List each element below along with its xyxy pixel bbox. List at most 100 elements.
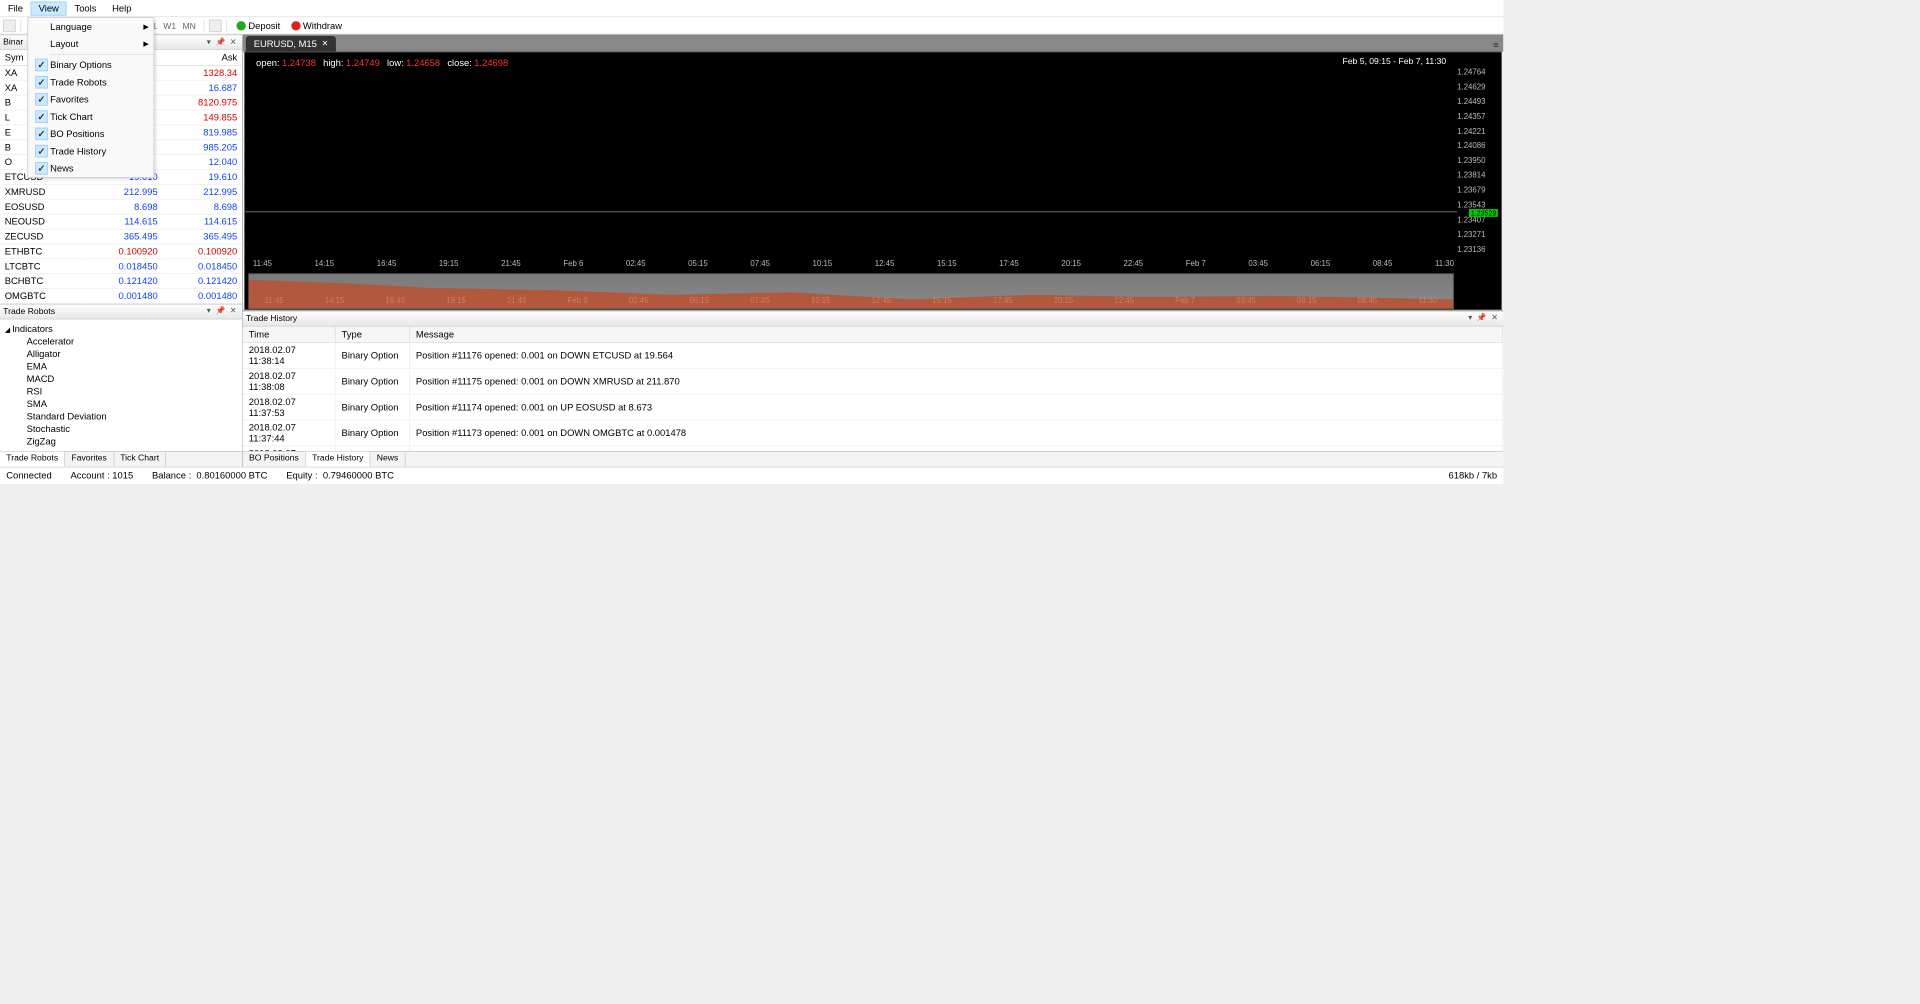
menu-item-label: BO Positions	[50, 128, 104, 139]
chart-tab-eurusd[interactable]: EURUSD, M15 ✕	[246, 36, 336, 52]
history-row[interactable]: 2018.02.07 11:37:53Binary OptionPosition…	[243, 394, 1503, 420]
indicator-zigzag[interactable]: ZigZag	[5, 435, 238, 448]
withdraw-button[interactable]: Withdraw	[286, 19, 346, 32]
menu-item-news[interactable]: News	[28, 160, 153, 177]
menu-item-binary-options[interactable]: Binary Options	[28, 56, 153, 73]
check-icon	[33, 110, 50, 123]
menu-item-label: Favorites	[50, 94, 89, 105]
y-tick: 1.23950	[1457, 157, 1498, 166]
price-chart[interactable]: open: 1.24738 high: 1.24749 low: 1.24658…	[244, 52, 1501, 310]
indicator-macd[interactable]: MACD	[5, 372, 238, 385]
menu-item-label: News	[50, 163, 74, 174]
withdraw-icon	[291, 21, 300, 30]
menu-tools[interactable]: Tools	[67, 1, 105, 15]
close-icon[interactable]: ✕	[228, 38, 239, 47]
tab-trade-history[interactable]: Trade History	[306, 451, 371, 466]
symbol-row[interactable]: ZECUSD365.495365.495	[0, 229, 242, 244]
menu-item-label: Binary Options	[50, 60, 112, 71]
indicator-stochastic[interactable]: Stochastic	[5, 422, 238, 435]
trade-robots-header: Trade Robots ▾ 📌 ✕	[0, 303, 242, 319]
symbol-row[interactable]: OMGBTC0.0014800.001480	[0, 288, 242, 303]
chart-date-range: Feb 5, 09:15 - Feb 7, 11:30	[1342, 57, 1446, 66]
symbol-row[interactable]: LTCBTC0.0184500.018450	[0, 258, 242, 273]
trade-history-header: Trade History ▾ 📌 ✕	[243, 310, 1504, 326]
deposit-button[interactable]: Deposit	[232, 19, 285, 32]
check-icon	[33, 128, 50, 141]
dropdown-icon[interactable]: ▾	[1466, 314, 1475, 323]
y-tick: 1.24086	[1457, 142, 1498, 151]
menu-item-language[interactable]: Language▶	[28, 18, 153, 35]
new-order-icon[interactable]	[3, 19, 16, 32]
x-tick: 05:15	[688, 260, 708, 269]
indicator-ema[interactable]: EMA	[5, 360, 238, 373]
tree-root-indicators[interactable]: Indicators	[5, 322, 238, 335]
symbol-row[interactable]: ETHBTC0.1009200.100920	[0, 244, 242, 259]
indicator-standard-deviation[interactable]: Standard Deviation	[5, 410, 238, 423]
column-header[interactable]: Time	[243, 326, 335, 342]
view-menu-dropdown: Language▶Layout▶ Binary Options Trade Robo…	[27, 17, 154, 178]
y-tick: 1.23679	[1457, 186, 1498, 195]
symbol-row[interactable]: XMRUSD212.995212.995	[0, 184, 242, 199]
pin-icon[interactable]: 📌	[213, 38, 227, 47]
timeframe-w1[interactable]: W1	[160, 21, 179, 32]
close-icon[interactable]: ✕	[1489, 314, 1500, 323]
indicator-sma[interactable]: SMA	[5, 397, 238, 410]
dropdown-icon[interactable]: ▾	[204, 307, 213, 316]
menu-item-trade-robots[interactable]: Trade Robots	[28, 74, 153, 91]
x-tick: 20:15	[1061, 260, 1081, 269]
tab-trade-robots[interactable]: Trade Robots	[0, 451, 65, 466]
y-tick: 1.23271	[1457, 231, 1498, 240]
close-icon[interactable]: ✕	[228, 307, 239, 316]
history-row[interactable]: 2018.02.07 11:37:44Binary OptionPosition…	[243, 420, 1503, 446]
symbol-row[interactable]: EOSUSD8.6988.698	[0, 199, 242, 214]
column-header[interactable]: Type	[335, 326, 409, 342]
column-header[interactable]: Message	[410, 326, 1503, 342]
tab-tick-chart[interactable]: Tick Chart	[114, 451, 166, 466]
chart-icon[interactable]	[209, 19, 222, 32]
symbol-row[interactable]: NEOUSD114.615114.615	[0, 214, 242, 229]
menu-item-layout[interactable]: Layout▶	[28, 35, 153, 52]
status-bar: Connected Account : 1015 Balance : 0.801…	[0, 466, 1503, 483]
connection-status: Connected	[6, 470, 51, 481]
tab-favorites[interactable]: Favorites	[65, 451, 114, 466]
chart-overview[interactable]: 11:4514:1516:4519:1521:45Feb 602:4505:15…	[248, 273, 1454, 309]
history-row[interactable]: 2018.02.07 11:38:14Binary OptionPosition…	[243, 342, 1503, 368]
tab-news[interactable]: News	[371, 451, 406, 466]
check-icon	[33, 93, 50, 106]
submenu-arrow-icon: ▶	[143, 22, 148, 31]
y-tick: 1.24357	[1457, 112, 1498, 121]
menu-view[interactable]: View	[31, 1, 67, 15]
menu-item-favorites[interactable]: Favorites	[28, 91, 153, 108]
network-stats: 618kb / 7kb	[1449, 470, 1498, 481]
trade-history-table: TimeTypeMessage2018.02.07 11:38:14Binary…	[243, 326, 1504, 450]
menu-item-label: Trade History	[50, 146, 106, 157]
indicator-rsi[interactable]: RSI	[5, 385, 238, 398]
indicator-accelerator[interactable]: Accelerator	[5, 335, 238, 348]
y-axis: 1.247641.246291.244931.243571.242211.240…	[1457, 68, 1498, 254]
history-row[interactable]: 2018.02.07 11:38:08Binary OptionPosition…	[243, 368, 1503, 394]
menu-item-bo-positions[interactable]: BO Positions	[28, 125, 153, 142]
x-tick: 21:45	[501, 260, 521, 269]
check-icon	[33, 145, 50, 158]
trade-history-title: Trade History	[246, 314, 1466, 323]
x-tick: 19:15	[439, 260, 459, 269]
balance-info: Balance : 0.80160000 BTC	[152, 470, 267, 481]
dropdown-icon[interactable]: ▾	[204, 38, 213, 47]
menu-item-tick-chart[interactable]: Tick Chart	[28, 108, 153, 125]
equity-info: Equity : 0.79460000 BTC	[286, 470, 394, 481]
menu-file[interactable]: File	[0, 1, 31, 15]
close-icon[interactable]: ✕	[322, 40, 329, 49]
timeframe-mn[interactable]: MN	[179, 21, 199, 32]
x-axis: 11:4514:1516:4519:1521:45Feb 602:4505:15…	[253, 260, 1454, 269]
symbol-row[interactable]: BCHBTC0.1214200.121420	[0, 273, 242, 288]
menu-item-trade-history[interactable]: Trade History	[28, 143, 153, 160]
menu-item-label: Trade Robots	[50, 77, 107, 88]
column-header[interactable]: Ask	[162, 50, 242, 65]
menu-help[interactable]: Help	[104, 1, 139, 15]
chart-menu-icon[interactable]: ≡	[1488, 38, 1503, 52]
pin-icon[interactable]: 📌	[1475, 314, 1489, 323]
check-icon	[33, 162, 50, 175]
indicator-alligator[interactable]: Alligator	[5, 347, 238, 360]
tab-bo-positions[interactable]: BO Positions	[243, 451, 306, 466]
pin-icon[interactable]: 📌	[213, 307, 227, 316]
